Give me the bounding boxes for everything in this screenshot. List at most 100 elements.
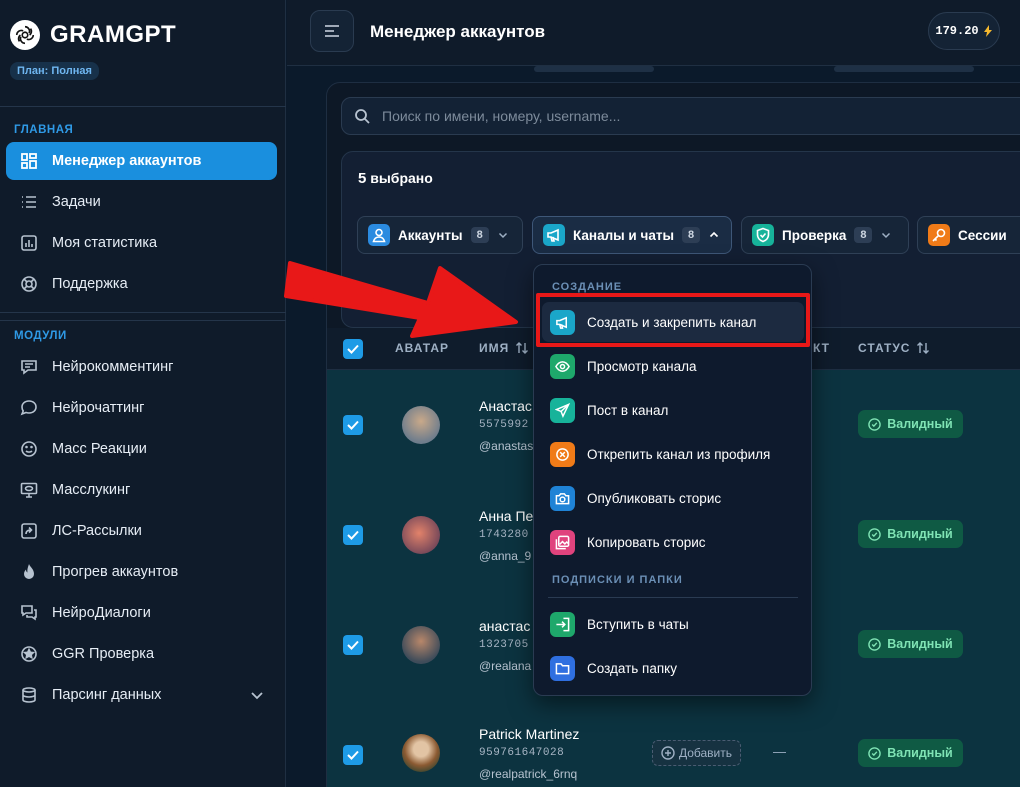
sort-icon <box>916 341 930 355</box>
sidebar-item-label: Задачи <box>52 194 101 210</box>
row-checkbox[interactable] <box>343 745 363 765</box>
sidebar-item-data-parsing[interactable]: Парсинг данных <box>6 676 277 714</box>
account-phone: 1743280 <box>479 529 529 541</box>
check-circle-icon <box>868 417 882 431</box>
status-label: Валидный <box>887 637 953 651</box>
table-row[interactable]: Patrick Martinez 959761647028 @realpatri… <box>327 700 1020 787</box>
dropdown-section-subscriptions: ПОДПИСКИ И ПАПКИ <box>552 574 683 586</box>
avatar <box>402 626 440 664</box>
sidebar-item-account-warmup[interactable]: Прогрев аккаунтов <box>6 553 277 591</box>
balance-badge[interactable]: 179.20 <box>928 12 1000 50</box>
check-icon <box>347 530 359 540</box>
menu-item-label: Копировать сторис <box>587 534 706 550</box>
list-icon <box>20 193 38 211</box>
search-icon <box>354 108 370 124</box>
account-name: Анна Пе <box>479 508 534 524</box>
plan-badge: План: Полная <box>10 62 99 80</box>
sidebar-item-support[interactable]: Поддержка <box>6 265 277 303</box>
brand-name: GRAMGPT <box>50 21 177 48</box>
menu-toggle-button[interactable] <box>310 10 354 52</box>
account-name: анастас <box>479 618 531 634</box>
forward-icon <box>20 522 38 540</box>
sidebar-item-label: Масслукинг <box>52 482 131 498</box>
decorative-bar <box>534 66 654 72</box>
openai-logo-icon <box>10 20 40 50</box>
menu-item-label: Пост в канал <box>587 402 669 418</box>
account-name: Patrick Martinez <box>479 726 580 742</box>
menu-item-post-to-channel[interactable]: Пост в канал <box>542 390 804 430</box>
chevron-down-icon <box>880 229 892 241</box>
account-username: @anna_9 <box>479 549 532 563</box>
avatar <box>402 734 440 772</box>
chip-label: Сессии <box>958 227 1007 243</box>
add-contact-button[interactable]: Добавить <box>652 740 741 766</box>
sidebar-item-mass-reactions[interactable]: Масс Реакции <box>6 430 277 468</box>
search-input[interactable] <box>382 108 882 124</box>
column-header-status[interactable]: СТАТУС <box>858 341 930 355</box>
menu-item-publish-story[interactable]: Опубликовать сторис <box>542 478 804 518</box>
row-checkbox[interactable] <box>343 415 363 435</box>
check-circle-icon <box>868 746 882 760</box>
sidebar-item-account-manager[interactable]: Менеджер аккаунтов <box>6 142 277 180</box>
selected-count: 5 <box>358 170 367 187</box>
menu-item-view-channel[interactable]: Просмотр канала <box>542 346 804 386</box>
status-badge: Валидный <box>858 410 963 438</box>
avatar <box>402 516 440 554</box>
menu-item-label: Создать папку <box>587 660 677 676</box>
sidebar-item-ggr-check[interactable]: GGR Проверка <box>6 635 277 673</box>
header-label: КТ <box>813 341 830 355</box>
section-label-modules: МОДУЛИ <box>14 330 67 342</box>
row-checkbox[interactable] <box>343 635 363 655</box>
sidebar-item-label: Поддержка <box>52 276 128 292</box>
sidebar-item-label: Парсинг данных <box>52 687 162 703</box>
chip-label: Каналы и чаты <box>573 227 674 243</box>
highlight-box <box>536 293 810 347</box>
menu-item-unpin-channel[interactable]: Открепить канал из профиля <box>542 434 804 474</box>
check-icon <box>347 750 359 760</box>
sidebar-item-neurocommenting[interactable]: Нейрокомментинг <box>6 348 277 386</box>
chevron-down-icon[interactable] <box>249 687 265 703</box>
sidebar-item-masslooking[interactable]: Масслукинг <box>6 471 277 509</box>
sidebar-item-label: Прогрев аккаунтов <box>52 564 179 580</box>
lifebuoy-icon <box>20 275 38 293</box>
sidebar-item-neurochatting[interactable]: Нейрочаттинг <box>6 389 277 427</box>
account-name: Анастас <box>479 398 532 414</box>
image-copy-icon <box>550 529 575 555</box>
sessions-menu-button[interactable]: Сессии <box>917 216 1020 254</box>
chart-icon <box>20 234 38 252</box>
search-bar[interactable] <box>341 97 1020 135</box>
unpin-icon <box>550 441 575 467</box>
row-checkbox[interactable] <box>343 525 363 545</box>
chat-bubble-icon <box>20 399 38 417</box>
add-label: Добавить <box>678 746 733 760</box>
smile-icon <box>20 440 38 458</box>
divider <box>548 597 798 598</box>
sidebar-item-statistics[interactable]: Моя статистика <box>6 224 277 262</box>
contact-value: — <box>773 744 786 759</box>
join-icon <box>550 611 575 637</box>
sidebar-item-tasks[interactable]: Задачи <box>6 183 277 221</box>
status-label: Валидный <box>887 746 953 760</box>
decorative-bar <box>834 66 974 72</box>
eye-icon <box>550 353 575 379</box>
menu-item-copy-story[interactable]: Копировать сторис <box>542 522 804 562</box>
selected-text: выбрано <box>370 170 433 186</box>
channels-chats-menu-button[interactable]: Каналы и чаты 8 <box>532 216 732 254</box>
menu-item-create-folder[interactable]: Создать папку <box>542 648 804 688</box>
comment-icon <box>20 358 38 376</box>
status-label: Валидный <box>887 417 953 431</box>
grid-icon <box>20 152 38 170</box>
brand[interactable]: GRAMGPT <box>10 20 176 50</box>
check-icon <box>347 640 359 650</box>
verification-menu-button[interactable]: Проверка 8 <box>741 216 909 254</box>
menu-item-join-chats[interactable]: Вступить в чаты <box>542 604 804 644</box>
sidebar-item-dm-mailings[interactable]: ЛС-Рассылки <box>6 512 277 550</box>
chevron-up-icon <box>708 229 720 241</box>
check-icon <box>347 420 359 430</box>
database-icon <box>20 686 38 704</box>
flame-icon <box>20 563 38 581</box>
menu-item-label: Опубликовать сторис <box>587 490 722 506</box>
red-arrow-icon <box>284 261 518 338</box>
sidebar-item-neurodialogs[interactable]: НейроДиалоги <box>6 594 277 632</box>
account-username: @anastas <box>479 439 534 453</box>
